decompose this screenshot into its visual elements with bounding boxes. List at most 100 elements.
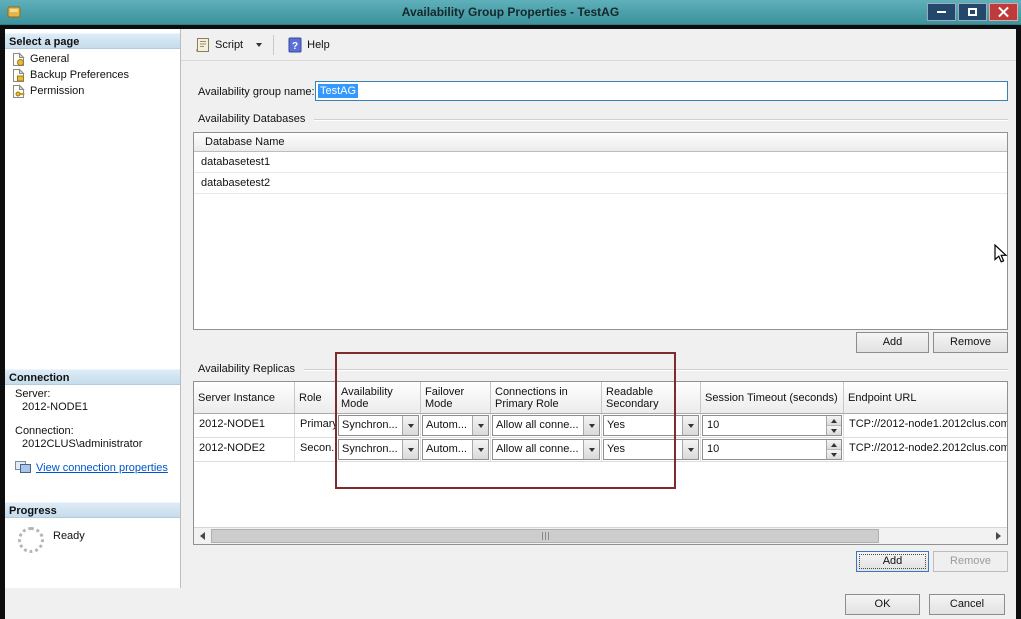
column-header-connections-primary-role: Connections in Primary Role xyxy=(491,382,602,413)
window-controls xyxy=(927,3,1018,21)
server-label: Server: xyxy=(15,388,50,400)
maximize-button[interactable] xyxy=(958,3,987,21)
database-row[interactable]: databasetest1 xyxy=(194,152,1007,173)
sidebar-item-permission[interactable]: Permission xyxy=(12,83,84,99)
help-button[interactable]: ? Help xyxy=(281,34,336,56)
maximize-icon xyxy=(968,8,977,16)
connection-section-header: Connection xyxy=(5,369,180,385)
column-header-server-instance: Server Instance xyxy=(194,382,295,413)
ok-button[interactable]: OK xyxy=(845,594,920,615)
endpoint-url-cell: TCP://2012-node1.2012clus.com xyxy=(844,414,1007,437)
scroll-right-button[interactable] xyxy=(990,528,1007,544)
session-timeout-spinner[interactable]: 10 xyxy=(702,439,842,460)
database-row[interactable]: databasetest2 xyxy=(194,173,1007,194)
sidebar-item-label: Permission xyxy=(30,85,84,97)
general-page-icon xyxy=(12,52,25,67)
chevron-down-icon xyxy=(688,448,694,452)
minimize-button[interactable] xyxy=(927,3,956,21)
failover-mode-combobox[interactable]: Autom... xyxy=(422,439,489,460)
selected-text: TestAG xyxy=(318,84,358,98)
sidebar-item-general[interactable]: General xyxy=(12,51,69,67)
chevron-down-icon xyxy=(408,448,414,452)
help-icon: ? xyxy=(287,37,303,53)
availability-mode-combobox[interactable]: Synchron... xyxy=(338,415,419,436)
databases-remove-button[interactable]: Remove xyxy=(933,332,1008,353)
script-button[interactable]: Script xyxy=(189,34,249,56)
script-icon xyxy=(195,37,211,53)
section-divider-line xyxy=(314,119,1008,120)
scrollbar-thumb[interactable] xyxy=(211,529,879,543)
svg-text:?: ? xyxy=(292,41,298,52)
section-divider-line xyxy=(304,369,1008,370)
sidebar-item-backup-preferences[interactable]: Backup Preferences xyxy=(12,67,129,83)
chevron-down-icon xyxy=(589,448,595,452)
availability-replicas-section: Availability Replicas xyxy=(193,363,1008,375)
combo-dropdown-button[interactable] xyxy=(402,440,418,459)
combo-dropdown-button[interactable] xyxy=(472,416,488,435)
minimize-icon xyxy=(937,11,946,13)
replicas-add-button[interactable]: Add xyxy=(856,551,929,572)
sidebar: Select a page General Backup Preferences xyxy=(5,29,181,588)
combo-dropdown-button[interactable] xyxy=(682,416,698,435)
replicas-grid-header: Server Instance Role Availability Mode F… xyxy=(194,382,1007,414)
connections-primary-role-combobox[interactable]: Allow all conne... xyxy=(492,439,600,460)
role-cell: Secon... xyxy=(295,438,337,461)
close-icon xyxy=(998,7,1009,18)
cancel-button[interactable]: Cancel xyxy=(929,594,1005,615)
spinner-buttons xyxy=(826,416,841,435)
script-button-label: Script xyxy=(215,39,243,51)
script-dropdown-button[interactable] xyxy=(252,34,266,56)
readable-secondary-combobox[interactable]: Yes xyxy=(603,439,699,460)
failover-mode-combobox[interactable]: Autom... xyxy=(422,415,489,436)
main-panel: Script ? Help Availability group name: T… xyxy=(181,29,1016,588)
chevron-down-icon xyxy=(831,453,837,457)
combo-dropdown-button[interactable] xyxy=(682,440,698,459)
connection-label: Connection: xyxy=(15,425,74,437)
scroll-left-button[interactable] xyxy=(194,528,211,544)
availability-mode-combobox[interactable]: Synchron... xyxy=(338,439,419,460)
session-timeout-spinner[interactable]: 10 xyxy=(702,415,842,436)
combo-dropdown-button[interactable] xyxy=(402,416,418,435)
spin-up-button[interactable] xyxy=(827,416,841,426)
connections-primary-role-combobox[interactable]: Allow all conne... xyxy=(492,415,600,436)
server-instance-cell: 2012-NODE2 xyxy=(194,438,295,461)
chevron-down-icon xyxy=(589,424,595,428)
connection-value: 2012CLUS\administrator xyxy=(22,438,142,450)
availability-group-name-label: Availability group name: xyxy=(198,86,315,98)
endpoint-url-cell: TCP://2012-node2.2012clus.com xyxy=(844,438,1007,461)
replicas-remove-button[interactable]: Remove xyxy=(933,551,1008,572)
titlebar[interactable]: Availability Group Properties - TestAG xyxy=(0,0,1021,25)
replica-row[interactable]: 2012-NODE1 Primary Synchron... Autom... xyxy=(194,414,1007,438)
sidebar-item-label: Backup Preferences xyxy=(30,69,129,81)
chevron-up-icon xyxy=(831,443,837,447)
scrollbar-track[interactable] xyxy=(211,528,990,544)
permission-page-icon xyxy=(12,84,25,99)
horizontal-scrollbar[interactable] xyxy=(194,527,1007,544)
databases-add-button[interactable]: Add xyxy=(856,332,929,353)
combo-dropdown-button[interactable] xyxy=(472,440,488,459)
chevron-up-icon xyxy=(831,419,837,423)
replica-row[interactable]: 2012-NODE2 Secon... Synchron... Autom... xyxy=(194,438,1007,462)
combo-dropdown-button[interactable] xyxy=(583,416,599,435)
availability-group-name-input[interactable]: TestAG xyxy=(315,81,1008,101)
column-header-readable-secondary: Readable Secondary xyxy=(602,382,701,413)
server-value: 2012-NODE1 xyxy=(22,401,88,413)
spin-down-button[interactable] xyxy=(827,426,841,435)
connection-properties-icon xyxy=(15,461,31,474)
progress-status: Ready xyxy=(53,530,85,542)
spin-down-button[interactable] xyxy=(827,450,841,459)
grid-empty-area xyxy=(194,462,1007,527)
view-connection-properties-link[interactable]: View connection properties xyxy=(15,461,168,474)
backup-preferences-page-icon xyxy=(12,68,25,83)
spin-up-button[interactable] xyxy=(827,440,841,450)
database-name-column-header: Database Name xyxy=(194,133,1007,152)
chevron-down-icon xyxy=(256,43,262,47)
toolbar-separator xyxy=(273,35,274,55)
close-button[interactable] xyxy=(989,3,1018,21)
view-connection-properties-label: View connection properties xyxy=(36,462,168,474)
chevron-down-icon xyxy=(478,448,484,452)
server-instance-cell: 2012-NODE1 xyxy=(194,414,295,437)
chevron-down-icon xyxy=(831,429,837,433)
combo-dropdown-button[interactable] xyxy=(583,440,599,459)
readable-secondary-combobox[interactable]: Yes xyxy=(603,415,699,436)
